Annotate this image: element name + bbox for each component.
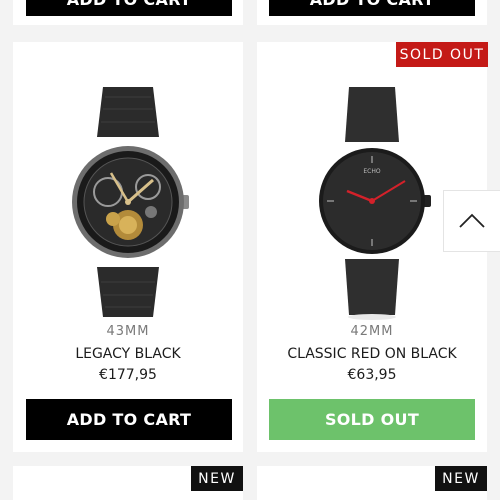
watch-image[interactable] bbox=[13, 77, 243, 337]
dial-brand: ECHO bbox=[363, 168, 380, 175]
product-name[interactable]: CLASSIC RED ON BLACK bbox=[257, 346, 487, 362]
product-card-top-left: ADD TO CART bbox=[13, 0, 243, 25]
new-badge: NEW bbox=[435, 466, 487, 491]
sold-out-button[interactable]: SOLD OUT bbox=[269, 399, 475, 440]
product-size: 43MM bbox=[106, 324, 150, 339]
add-to-cart-button[interactable]: ADD TO CART bbox=[269, 0, 475, 16]
add-to-cart-button[interactable]: ADD TO CART bbox=[26, 0, 232, 16]
chevron-up-icon bbox=[459, 213, 485, 228]
new-badge: NEW bbox=[191, 466, 243, 491]
product-card[interactable]: 43MM LEGACY BLACK €177,95 ADD TO CART bbox=[13, 42, 243, 452]
product-price: €177,95 bbox=[99, 367, 157, 383]
add-to-cart-button[interactable]: ADD TO CART bbox=[26, 399, 232, 440]
product-card-bottom-right[interactable]: NEW bbox=[257, 466, 487, 500]
scroll-to-top-button[interactable] bbox=[443, 190, 500, 252]
sold-out-badge: SOLD OUT bbox=[396, 42, 488, 67]
product-price: €63,95 bbox=[347, 367, 397, 383]
product-card-bottom-left[interactable]: NEW bbox=[13, 466, 243, 500]
product-size: 42MM bbox=[350, 324, 394, 339]
product-name[interactable]: LEGACY BLACK bbox=[13, 346, 243, 362]
product-card-top-right: ADD TO CART bbox=[257, 0, 487, 25]
